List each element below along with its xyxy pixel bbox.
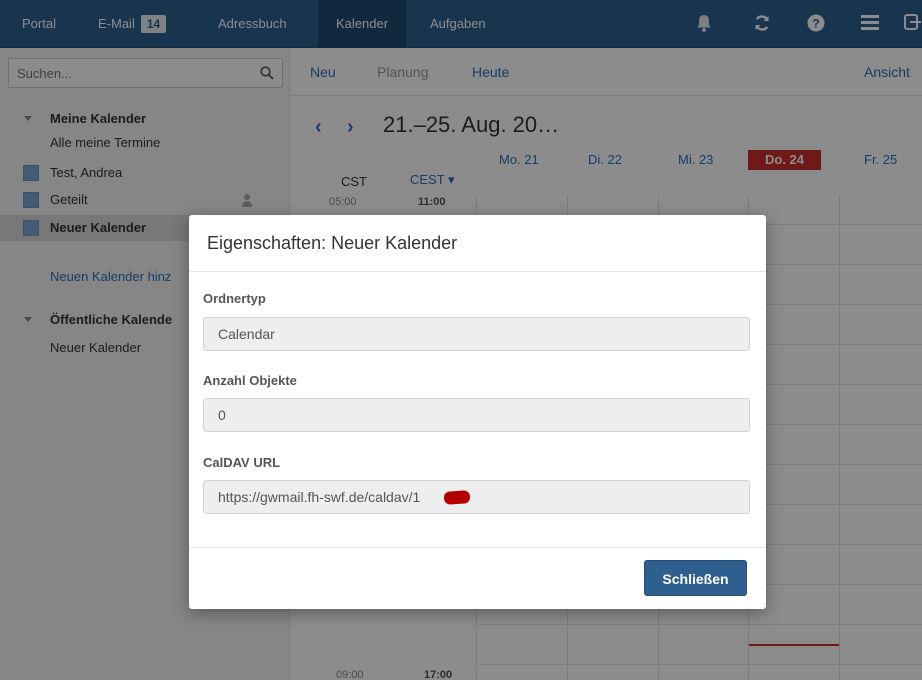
caldav-url-label: CalDAV URL <box>203 455 281 470</box>
folder-type-label: Ordnertyp <box>203 291 266 306</box>
properties-dialog: Eigenschaften: Neuer Kalender Ordnertyp … <box>189 215 766 609</box>
caldav-url-text: https://gwmail.fh-swf.de/caldav/1 <box>218 489 421 505</box>
object-count-label: Anzahl Objekte <box>203 373 297 388</box>
folder-type-field[interactable]: Calendar <box>203 317 750 351</box>
close-button[interactable]: Schließen <box>644 560 747 596</box>
object-count-field[interactable]: 0 <box>203 398 750 432</box>
divider <box>189 271 766 272</box>
caldav-url-field[interactable]: https://gwmail.fh-swf.de/caldav/1 <box>203 480 750 514</box>
redaction-mark <box>443 490 471 505</box>
dialog-title: Eigenschaften: Neuer Kalender <box>207 233 458 253</box>
divider <box>189 547 766 548</box>
